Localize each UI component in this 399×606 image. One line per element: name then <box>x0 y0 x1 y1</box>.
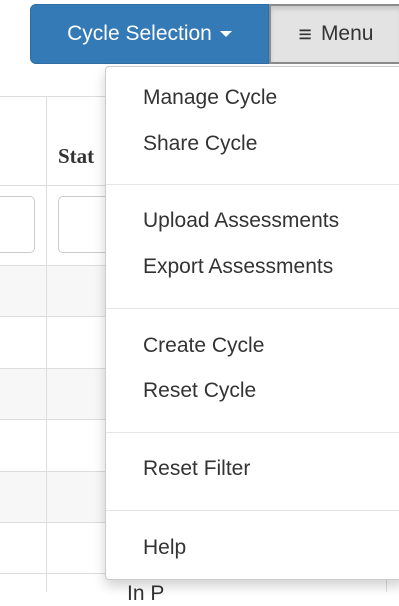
menu-divider <box>106 432 399 433</box>
menu-item-create-cycle[interactable]: Create Cycle <box>143 334 264 358</box>
dropdown-menu: Manage Cycle Share Cycle Upload Assessme… <box>105 66 399 580</box>
menu-item-export-assessments[interactable]: Export Assessments <box>143 255 333 279</box>
cycle-selection-button[interactable]: Cycle Selection <box>30 4 269 64</box>
filter-input[interactable] <box>0 196 35 253</box>
column-divider <box>46 96 47 592</box>
status-column-header[interactable]: Stat <box>58 144 94 169</box>
status-cell: In P <box>127 582 165 605</box>
menu-divider <box>106 510 399 511</box>
menu-item-manage-cycle[interactable]: Manage Cycle <box>143 86 277 110</box>
menu-item-help[interactable]: Help <box>143 536 186 560</box>
menu-button-label: Menu <box>320 22 374 45</box>
caret-down-icon <box>219 31 232 37</box>
menu-item-upload-assessments[interactable]: Upload Assessments <box>143 209 339 233</box>
menu-divider <box>106 308 399 309</box>
menu-item-reset-cycle[interactable]: Reset Cycle <box>143 379 256 403</box>
menu-divider <box>106 184 399 185</box>
hamburger-icon: ≡ <box>298 20 312 47</box>
menu-item-reset-filter[interactable]: Reset Filter <box>143 457 250 481</box>
cycle-selection-label: Cycle Selection <box>67 22 212 45</box>
menu-item-share-cycle[interactable]: Share Cycle <box>143 132 257 156</box>
menu-button[interactable]: ≡ Menu <box>269 4 399 64</box>
